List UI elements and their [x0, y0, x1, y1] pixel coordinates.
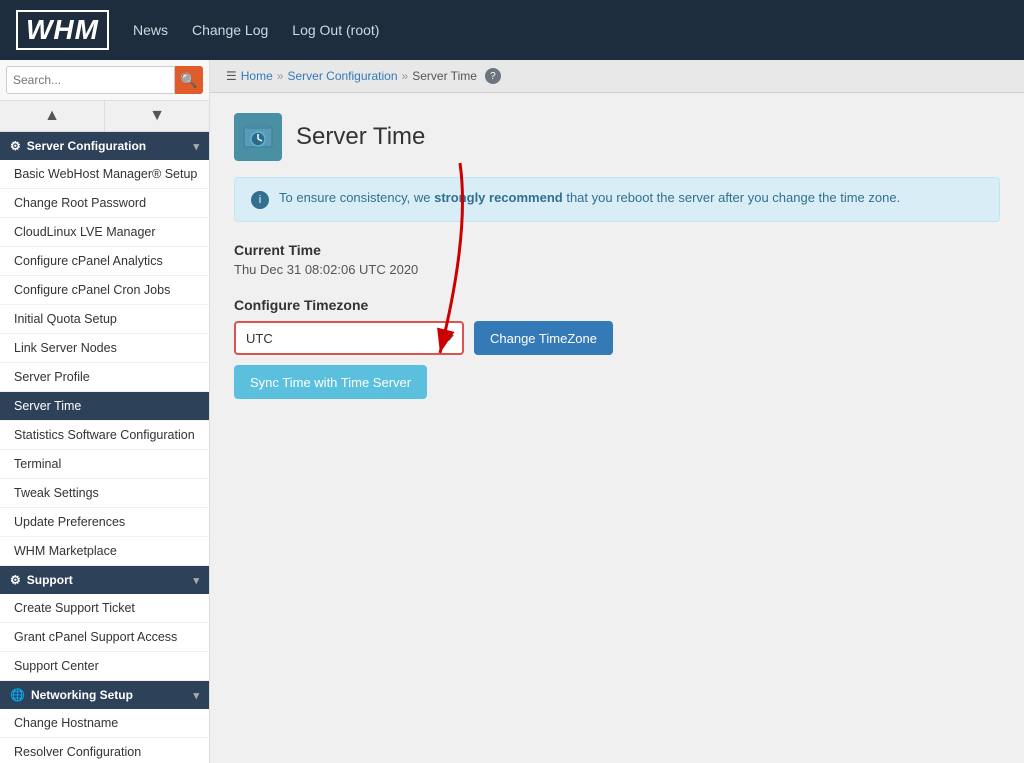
sidebar-item-whm-marketplace[interactable]: WHM Marketplace [0, 537, 209, 566]
sidebar-item-create-support[interactable]: Create Support Ticket [0, 594, 209, 623]
sidebar-item-support-center[interactable]: Support Center [0, 652, 209, 681]
page-title: Server Time [296, 123, 425, 151]
sidebar-item-server-time[interactable]: Server Time [0, 392, 209, 421]
info-box: i To ensure consistency, we strongly rec… [234, 177, 1000, 222]
sidebar-item-statistics[interactable]: Statistics Software Configuration [0, 421, 209, 450]
nav-news[interactable]: News [133, 22, 168, 38]
sidebar-item-resolver-config[interactable]: Resolver Configuration [0, 738, 209, 763]
whm-logo: WHM [16, 10, 109, 50]
server-time-icon [234, 113, 282, 161]
sidebar-search-bar: 🔍 [0, 60, 209, 101]
sidebar-section-networking[interactable]: 🌐 Networking Setup ▾ [0, 681, 209, 709]
chevron-down-icon-3: ▾ [193, 689, 199, 702]
nav-down-button[interactable]: ▼ [105, 101, 209, 131]
breadcrumb-menu-icon: ☰ [226, 69, 237, 83]
nav-logout[interactable]: Log Out (root) [292, 22, 379, 38]
timezone-select[interactable]: UTC America/New_York America/Chicago Ame… [234, 321, 464, 355]
search-input[interactable] [6, 66, 175, 94]
sidebar-item-server-profile[interactable]: Server Profile [0, 363, 209, 392]
nav-up-button[interactable]: ▲ [0, 101, 105, 131]
sidebar-item-cpanel-analytics[interactable]: Configure cPanel Analytics [0, 247, 209, 276]
sidebar-item-cloudlinux[interactable]: CloudLinux LVE Manager [0, 218, 209, 247]
top-navigation: WHM News Change Log Log Out (root) [0, 0, 1024, 60]
nav-changelog[interactable]: Change Log [192, 22, 268, 38]
sidebar-item-cpanel-cron[interactable]: Configure cPanel Cron Jobs [0, 276, 209, 305]
chevron-down-icon: ▾ [193, 140, 199, 153]
sidebar: 🔍 ▲ ▼ ⚙ Server Configuration ▾ Basic Web… [0, 60, 210, 763]
change-timezone-button[interactable]: Change TimeZone [474, 321, 613, 355]
sidebar-item-update-preferences[interactable]: Update Preferences [0, 508, 209, 537]
sidebar-item-change-hostname[interactable]: Change Hostname [0, 709, 209, 738]
sidebar-item-grant-cpanel[interactable]: Grant cPanel Support Access [0, 623, 209, 652]
help-icon[interactable]: ? [485, 68, 501, 84]
main-content: ☰ Home » Server Configuration » Server T… [210, 60, 1024, 763]
info-message: To ensure consistency, we strongly recom… [279, 190, 900, 205]
sidebar-item-link-server-nodes[interactable]: Link Server Nodes [0, 334, 209, 363]
sync-time-button[interactable]: Sync Time with Time Server [234, 365, 427, 399]
chevron-down-icon-2: ▾ [193, 574, 199, 587]
sidebar-item-initial-quota[interactable]: Initial Quota Setup [0, 305, 209, 334]
breadcrumb: ☰ Home » Server Configuration » Server T… [210, 60, 1024, 93]
info-icon: i [251, 191, 269, 209]
timezone-row: UTC America/New_York America/Chicago Ame… [234, 321, 1000, 355]
breadcrumb-home[interactable]: Home [241, 69, 273, 83]
sidebar-nav-arrows: ▲ ▼ [0, 101, 209, 132]
current-time-value: Thu Dec 31 08:02:06 UTC 2020 [234, 262, 1000, 277]
sidebar-item-terminal[interactable]: Terminal [0, 450, 209, 479]
breadcrumb-current: Server Time [412, 69, 477, 83]
page-header: Server Time [234, 113, 1000, 161]
current-time-label: Current Time [234, 242, 1000, 258]
sidebar-section-server-configuration[interactable]: ⚙ Server Configuration ▾ [0, 132, 209, 160]
sidebar-section-support[interactable]: ⚙ Support ▾ [0, 566, 209, 594]
sidebar-item-tweak-settings[interactable]: Tweak Settings [0, 479, 209, 508]
configure-timezone-label: Configure Timezone [234, 297, 1000, 313]
sidebar-item-change-root-password[interactable]: Change Root Password [0, 189, 209, 218]
search-button[interactable]: 🔍 [175, 66, 203, 94]
breadcrumb-section[interactable]: Server Configuration [287, 69, 397, 83]
sidebar-item-basic-webhost[interactable]: Basic WebHost Manager® Setup [0, 160, 209, 189]
